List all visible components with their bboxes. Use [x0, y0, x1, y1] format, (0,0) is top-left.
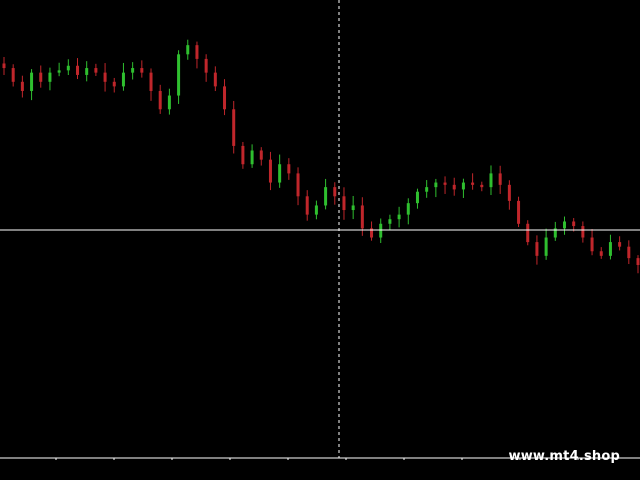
- candle-bearish: [599, 251, 603, 256]
- candle-bullish: [406, 203, 410, 215]
- candle-bullish: [177, 54, 181, 96]
- candle-bearish: [572, 221, 576, 227]
- candle-bullish: [250, 150, 254, 165]
- candle-bullish: [562, 221, 566, 229]
- candle-bearish: [259, 150, 263, 160]
- candle-bearish: [498, 173, 502, 185]
- candle-bearish: [452, 184, 456, 190]
- candle-bearish: [20, 81, 24, 91]
- candle-bullish: [131, 68, 135, 73]
- candle-bearish: [76, 65, 80, 75]
- candle-bearish: [39, 72, 43, 82]
- chart-canvas[interactable]: 15 Dec 00:4515 Dec 04:4515 Dec 08:4515 D…: [0, 0, 640, 460]
- watermark-text: www.mt4.shop: [508, 449, 620, 464]
- candle-bearish: [223, 86, 227, 110]
- candle-bullish: [434, 182, 438, 188]
- candle-bearish: [471, 182, 475, 185]
- candle-bearish: [149, 72, 153, 91]
- candle-bearish: [636, 258, 640, 265]
- candle-bearish: [535, 242, 539, 256]
- candle-bearish: [526, 223, 530, 243]
- candle-bearish: [2, 63, 6, 69]
- candle-bullish: [30, 72, 34, 91]
- candle-bearish: [333, 187, 337, 197]
- candle-bearish: [103, 72, 107, 82]
- candle-bullish: [186, 45, 190, 55]
- candle-bearish: [204, 58, 208, 73]
- candle-bearish: [480, 184, 484, 188]
- candle-bearish: [517, 200, 521, 224]
- candle-bearish: [241, 145, 245, 165]
- candle-bearish: [627, 246, 631, 259]
- candle-bearish: [112, 81, 116, 87]
- candle-bullish: [608, 242, 612, 256]
- candles-layer: [2, 39, 640, 274]
- candle-bullish: [489, 173, 493, 188]
- candle-bearish: [268, 159, 272, 183]
- candle-bullish: [314, 205, 318, 215]
- candle-bearish: [305, 196, 309, 215]
- candle-bearish: [342, 196, 346, 211]
- candle-bearish: [232, 109, 236, 146]
- candle-bearish: [507, 184, 511, 201]
- candle-bullish: [121, 72, 125, 87]
- candle-bearish: [158, 90, 162, 110]
- candle-bullish: [397, 214, 401, 220]
- candle-bullish: [415, 191, 419, 204]
- candle-bullish: [48, 72, 52, 82]
- candle-bearish: [618, 242, 622, 247]
- candle-bearish: [213, 72, 217, 87]
- candle-bullish: [351, 205, 355, 211]
- candle-bullish: [66, 65, 70, 71]
- candle-bearish: [11, 68, 15, 82]
- candle-bullish: [425, 187, 429, 192]
- candle-bearish: [581, 226, 585, 238]
- candle-bearish: [296, 173, 300, 197]
- candle-bullish: [461, 182, 465, 190]
- candle-bearish: [140, 68, 144, 73]
- candle-bearish: [94, 68, 98, 73]
- candle-bullish: [324, 187, 328, 206]
- candle-bullish: [278, 164, 282, 183]
- candle-bearish: [443, 182, 447, 185]
- candle-bullish: [167, 95, 171, 110]
- candle-bullish: [85, 68, 89, 75]
- candle-bullish: [388, 219, 392, 224]
- price-chart[interactable]: 15 Dec 00:4515 Dec 04:4515 Dec 08:4515 D…: [0, 0, 640, 460]
- candle-bearish: [590, 237, 594, 252]
- candle-bearish: [360, 205, 364, 229]
- candle-bearish: [287, 164, 291, 174]
- candle-bullish: [544, 237, 548, 256]
- candle-bullish: [379, 223, 383, 238]
- candle-bullish: [57, 70, 61, 73]
- candle-bearish: [195, 45, 199, 59]
